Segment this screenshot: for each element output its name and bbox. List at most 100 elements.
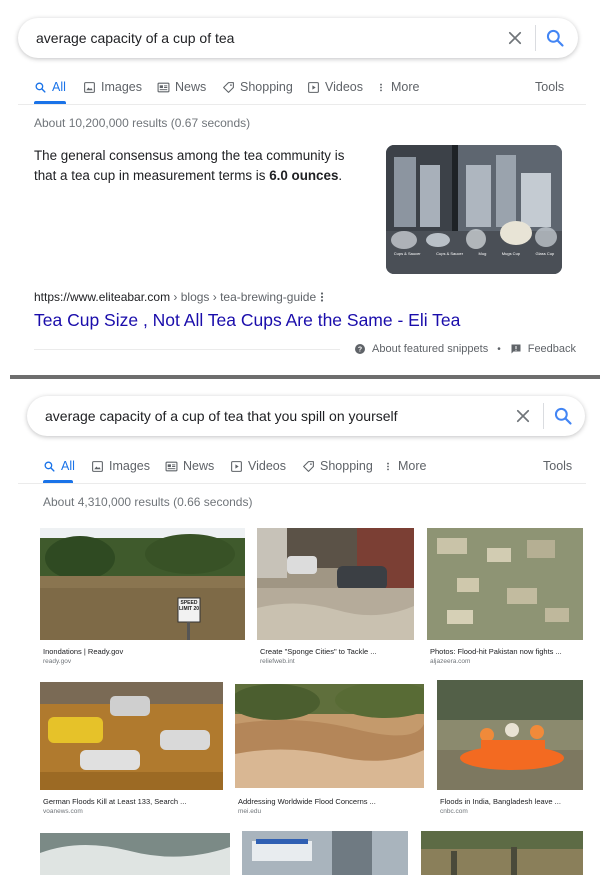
image-icon: [91, 460, 104, 473]
tab-all[interactable]: All: [34, 80, 66, 94]
flood-photo: [235, 684, 424, 788]
tab-label: Images: [109, 459, 150, 473]
snippet-answer: 6.0 ounces: [269, 168, 339, 183]
tab-images[interactable]: Images: [91, 459, 150, 473]
image-caption: Cups & Saucer: [436, 251, 464, 256]
search-box-bottom[interactable]: average capacity of a cup of tea that yo…: [27, 396, 585, 436]
feedback-icon: [510, 343, 522, 355]
result-count: About 10,200,000 results (0.67 seconds): [34, 116, 251, 130]
tools-button[interactable]: Tools: [543, 459, 572, 473]
image-caption: German Floods Kill at Least 133, Search …: [43, 797, 187, 806]
search-divider: [535, 25, 536, 51]
clear-icon[interactable]: [506, 29, 524, 47]
tab-all[interactable]: All: [43, 459, 75, 473]
result-url[interactable]: https://www.eliteabar.com › blogs › tea-…: [34, 290, 316, 304]
image-source: mei.edu: [238, 808, 262, 815]
image-caption: Inondations | Ready.gov: [43, 647, 124, 656]
image-caption-row: Cups & Saucer Cups & Saucer Mug Mugs Cup…: [386, 251, 562, 256]
tab-videos[interactable]: Videos: [230, 459, 286, 473]
about-snippets-link[interactable]: About featured snippets: [372, 343, 488, 355]
tools-label: Tools: [543, 459, 573, 473]
url-path: › blogs › tea-brewing-guide: [170, 290, 317, 304]
featured-snippet-image[interactable]: Cups & Saucer Cups & Saucer Mug Mugs Cup…: [386, 145, 562, 274]
search-icon: [34, 81, 47, 94]
clear-icon[interactable]: [514, 407, 532, 425]
screenshot-divider: [10, 375, 600, 379]
result-count: About 4,310,000 results (0.66 seconds): [43, 495, 253, 509]
speed-limit-sign: SPEED LIMIT 20: [179, 600, 200, 612]
play-icon: [307, 81, 320, 94]
kebab-icon: [376, 81, 386, 94]
image-source: aljazeera.com: [430, 658, 471, 665]
tab-label: All: [61, 459, 75, 473]
flood-photo: [40, 833, 230, 875]
image-caption: Mug: [478, 251, 487, 256]
tools-button[interactable]: Tools: [535, 80, 564, 94]
tab-label: More: [398, 459, 427, 473]
tabs-divider: [18, 483, 586, 484]
flood-photo: [40, 528, 245, 640]
tag-icon: [302, 460, 315, 473]
tab-more[interactable]: More: [376, 80, 419, 94]
tab-label: Videos: [325, 80, 363, 94]
snippet-text-end: .: [338, 168, 343, 183]
search-input-bottom[interactable]: average capacity of a cup of tea that yo…: [45, 396, 398, 436]
image-source: ready.gov: [43, 658, 72, 665]
image-caption: Photos: Flood-hit Pakistan now fights ..…: [430, 647, 562, 656]
search-tabs-top: All Images News Shopping Videos More Too…: [0, 80, 610, 100]
featured-snippet-text: The general consensus among the tea comm…: [34, 146, 369, 186]
tab-label: Shopping: [240, 80, 293, 94]
search-divider: [543, 403, 544, 429]
image-source: voanews.com: [43, 808, 83, 815]
tools-label: Tools: [535, 80, 565, 94]
search-icon[interactable]: [553, 406, 573, 426]
tab-label: More: [391, 80, 420, 94]
image-source: cnbc.com: [440, 808, 468, 815]
image-caption: Create "Sponge Cities" to Tackle ...: [260, 647, 377, 656]
kebab-icon: [383, 460, 393, 473]
search-icon[interactable]: [545, 28, 565, 48]
image-source: reliefweb.int: [260, 658, 295, 665]
image-icon: [83, 81, 96, 94]
tab-label: News: [183, 459, 215, 473]
flood-photo: [421, 831, 583, 875]
tab-shopping[interactable]: Shopping: [222, 80, 293, 94]
search-icon: [43, 460, 56, 473]
tab-news[interactable]: News: [157, 80, 206, 94]
tab-label: Videos: [248, 459, 286, 473]
image-caption: Addressing Worldwide Flood Concerns ...: [238, 797, 376, 806]
feedback-link[interactable]: Feedback: [528, 343, 576, 355]
tab-label: Images: [101, 80, 142, 94]
tab-images[interactable]: Images: [83, 80, 142, 94]
flood-photo: [242, 831, 408, 875]
tab-shopping[interactable]: Shopping: [302, 459, 373, 473]
result-title-link[interactable]: Tea Cup Size , Not All Tea Cups Are the …: [34, 310, 460, 331]
search-input-top[interactable]: average capacity of a cup of tea: [36, 18, 234, 58]
image-caption: Cups & Saucer: [393, 251, 421, 256]
kebab-icon[interactable]: [316, 290, 328, 304]
help-icon: [354, 343, 366, 355]
tab-more[interactable]: More: [383, 459, 426, 473]
flood-photo: [257, 528, 414, 640]
snippet-footer: About featured snippets • Feedback: [354, 343, 576, 355]
flood-photo: [40, 682, 223, 790]
tab-videos[interactable]: Videos: [307, 80, 363, 94]
search-tabs-bottom: All Images News Videos Shopping More Too…: [0, 459, 610, 479]
flood-photo: [427, 528, 583, 640]
tab-label: Shopping: [320, 459, 373, 473]
news-icon: [157, 81, 170, 94]
image-caption: Floods in India, Bangladesh leave ...: [440, 797, 561, 806]
image-caption: Mugs Cup: [501, 251, 521, 256]
dot-separator: •: [497, 343, 501, 355]
search-box-top[interactable]: average capacity of a cup of tea: [18, 18, 578, 58]
tabs-divider: [18, 104, 586, 105]
url-domain: https://www.eliteabar.com: [34, 290, 171, 304]
tab-news[interactable]: News: [165, 459, 214, 473]
news-icon: [165, 460, 178, 473]
snippet-footer-line: [34, 349, 340, 350]
tag-icon: [222, 81, 235, 94]
flood-photo: [437, 680, 583, 790]
play-icon: [230, 460, 243, 473]
tab-label: All: [52, 80, 66, 94]
image-caption: Glass Cup: [535, 251, 555, 256]
